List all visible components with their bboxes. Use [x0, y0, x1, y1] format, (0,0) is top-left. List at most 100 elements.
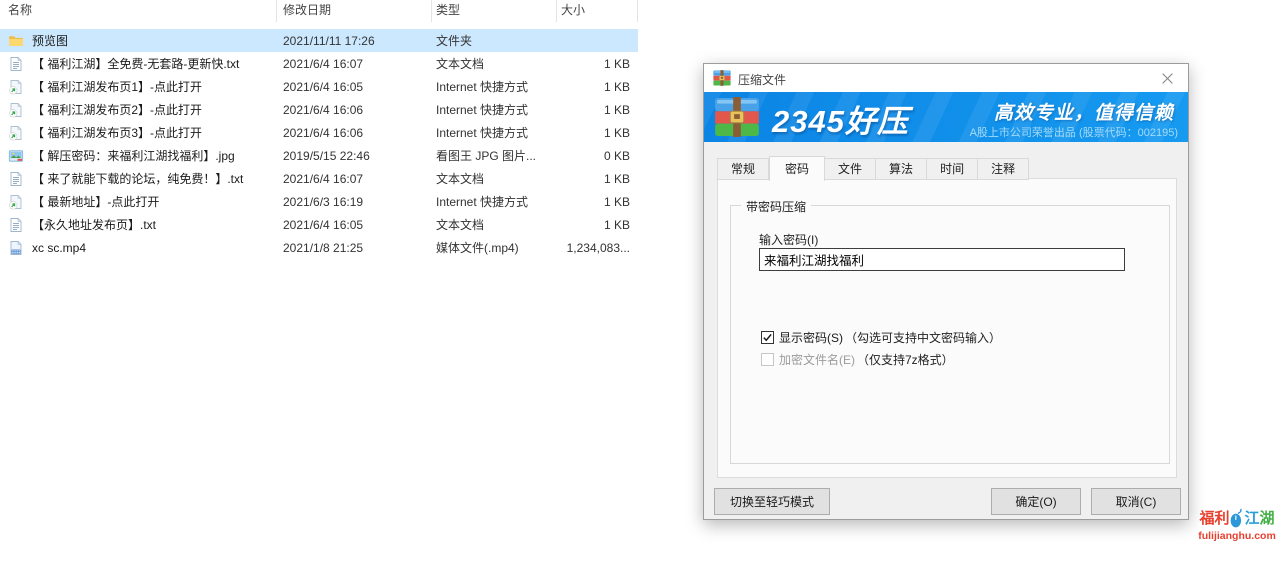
text-file-icon — [8, 171, 24, 187]
file-date: 2021/6/3 16:19 — [277, 195, 432, 209]
internet-shortcut-icon — [8, 125, 24, 141]
column-header-size[interactable]: 大小 — [557, 0, 638, 22]
file-name: xc sc.mp4 — [32, 241, 86, 255]
file-row[interactable]: 【 解压密码：来福利江湖找福利】.jpg 2019/5/15 22:46 看图王… — [0, 144, 638, 167]
file-row[interactable]: 【 来了就能下载的论坛，纯免费！】.txt 2021/6/4 16:07 文本文… — [0, 167, 638, 190]
file-size: 1 KB — [557, 172, 638, 186]
media-file-icon — [8, 240, 24, 256]
tab-time[interactable]: 时间 — [927, 158, 978, 180]
file-type: Internet 快捷方式 — [432, 78, 557, 95]
file-date: 2021/6/4 16:05 — [277, 218, 432, 232]
file-size: 1,234,083... — [557, 241, 638, 255]
file-size: 1 KB — [557, 126, 638, 140]
banner-tagline: 高效专业，值得信赖 — [994, 98, 1174, 125]
groupbox-title: 带密码压缩 — [741, 198, 811, 215]
file-type: Internet 快捷方式 — [432, 101, 557, 118]
fulijianghu-watermark: 福利 江 湖 fulijianghu.com — [1196, 507, 1278, 542]
file-date: 2021/1/8 21:25 — [277, 241, 432, 255]
file-date: 2021/6/4 16:05 — [277, 80, 432, 94]
file-date: 2021/6/4 16:07 — [277, 172, 432, 186]
column-header-name[interactable]: 名称 — [0, 0, 277, 22]
brand-logo-text: 2345好压 — [772, 96, 909, 141]
folder-icon — [8, 33, 24, 49]
haozip-archive-icon — [713, 70, 731, 86]
checkbox-label: 加密文件名(E) — [779, 351, 855, 368]
file-row[interactable]: xc sc.mp4 2021/1/8 21:25 媒体文件(.mp4) 1,23… — [0, 236, 638, 259]
password-input[interactable] — [759, 248, 1125, 271]
text-file-icon — [8, 56, 24, 72]
internet-shortcut-icon — [8, 79, 24, 95]
file-list: 名称 修改日期 类型 大小 预览图 2021/11/11 17:26 文件夹 【… — [0, 0, 640, 300]
compress-file-dialog: 压缩文件 2345好压 高效专业，值得信赖 A股上市公司荣誉出品 (股票代码：0… — [703, 63, 1189, 520]
checkbox-unchecked — [761, 353, 774, 366]
dialog-tabbar: 常规 密码 文件 算法 时间 注释 — [717, 153, 1029, 180]
show-password-checkbox[interactable]: 显示密码(S) （勾选可支持中文密码输入） — [761, 329, 1001, 346]
file-name: 【 福利江湖发布页2】-点此打开 — [32, 101, 202, 118]
file-type: Internet 快捷方式 — [432, 193, 557, 210]
file-row-selected[interactable]: 预览图 2021/11/11 17:26 文件夹 — [0, 29, 638, 52]
file-row[interactable]: 【 最新地址】-点此打开 2021/6/3 16:19 Internet 快捷方… — [0, 190, 638, 213]
file-date: 2021/6/4 16:07 — [277, 57, 432, 71]
checkmark-icon — [762, 332, 773, 343]
file-date: 2021/6/4 16:06 — [277, 126, 432, 140]
file-row[interactable]: 【 福利江湖发布页1】-点此打开 2021/6/4 16:05 Internet… — [0, 75, 638, 98]
column-header-type[interactable]: 类型 — [432, 0, 557, 22]
watermark-brand-hu: 湖 — [1260, 507, 1275, 528]
file-size: 1 KB — [557, 57, 638, 71]
checkbox-hint: （勾选可支持中文密码输入） — [845, 329, 1001, 346]
watermark-brand-left: 福利 — [1199, 507, 1229, 528]
file-row[interactable]: 【 福利江湖】全免费-无套路-更新快.txt 2021/6/4 16:07 文本… — [0, 52, 638, 75]
mouse-icon — [1230, 508, 1243, 528]
tab-algorithm[interactable]: 算法 — [876, 158, 927, 180]
file-type: 文本文档 — [432, 216, 557, 233]
dialog-titlebar[interactable]: 压缩文件 — [704, 64, 1188, 92]
switch-to-lite-mode-button[interactable]: 切换至轻巧模式 — [714, 488, 830, 515]
file-name: 【 解压密码：来福利江湖找福利】.jpg — [32, 147, 235, 164]
internet-shortcut-icon — [8, 194, 24, 210]
file-row[interactable]: 【永久地址发布页】.txt 2021/6/4 16:05 文本文档 1 KB — [0, 213, 638, 236]
file-name: 【 福利江湖】全免费-无套路-更新快.txt — [32, 55, 239, 72]
file-size: 0 KB — [557, 149, 638, 163]
ok-button[interactable]: 确定(O) — [991, 488, 1081, 515]
file-date: 2021/11/11 17:26 — [277, 34, 432, 48]
haozip-banner: 2345好压 高效专业，值得信赖 A股上市公司荣誉出品 (股票代码：002195… — [704, 92, 1188, 142]
column-header-date[interactable]: 修改日期 — [277, 0, 432, 22]
file-name: 【永久地址发布页】.txt — [32, 216, 156, 233]
file-date: 2019/5/15 22:46 — [277, 149, 432, 163]
tab-file[interactable]: 文件 — [825, 158, 876, 180]
checkbox-label: 显示密码(S) — [779, 329, 843, 346]
file-type: 文本文档 — [432, 170, 557, 187]
file-type: 看图王 JPG 图片... — [432, 147, 557, 164]
file-size: 1 KB — [557, 80, 638, 94]
file-row[interactable]: 【 福利江湖发布页3】-点此打开 2021/6/4 16:06 Internet… — [0, 121, 638, 144]
checkbox-hint: （仅支持7z格式） — [857, 351, 954, 368]
close-icon — [1161, 72, 1174, 85]
watermark-brand-jiang: 江 — [1244, 507, 1259, 528]
encrypt-filenames-checkbox[interactable]: 加密文件名(E) （仅支持7z格式） — [761, 351, 954, 368]
file-type: Internet 快捷方式 — [432, 124, 557, 141]
watermark-domain: fulijianghu.com — [1196, 530, 1278, 542]
file-type: 文件夹 — [432, 32, 557, 49]
file-list-header: 名称 修改日期 类型 大小 — [0, 0, 640, 22]
file-name: 【 福利江湖发布页3】-点此打开 — [32, 124, 202, 141]
file-row[interactable]: 【 福利江湖发布页2】-点此打开 2021/6/4 16:06 Internet… — [0, 98, 638, 121]
file-name: 【 福利江湖发布页1】-点此打开 — [32, 78, 202, 95]
tab-comment[interactable]: 注释 — [978, 158, 1029, 180]
file-size: 1 KB — [557, 195, 638, 209]
checkbox-checked — [761, 331, 774, 344]
close-button[interactable] — [1150, 64, 1184, 92]
dialog-title: 压缩文件 — [738, 71, 786, 88]
file-type: 媒体文件(.mp4) — [432, 239, 557, 256]
text-file-icon — [8, 217, 24, 233]
password-input-label: 输入密码(I) — [759, 231, 818, 248]
internet-shortcut-icon — [8, 102, 24, 118]
image-file-icon — [8, 148, 24, 164]
tab-general[interactable]: 常规 — [717, 158, 769, 180]
file-name: 【 来了就能下载的论坛，纯免费！】.txt — [32, 170, 243, 187]
file-name: 【 最新地址】-点此打开 — [32, 193, 159, 210]
file-date: 2021/6/4 16:06 — [277, 103, 432, 117]
file-type: 文本文档 — [432, 55, 557, 72]
tab-password[interactable]: 密码 — [769, 156, 825, 181]
password-tab-panel: 带密码压缩 输入密码(I) 显示密码(S) （勾选可支持中文密码输入） 加密文件… — [717, 178, 1177, 478]
cancel-button[interactable]: 取消(C) — [1091, 488, 1181, 515]
